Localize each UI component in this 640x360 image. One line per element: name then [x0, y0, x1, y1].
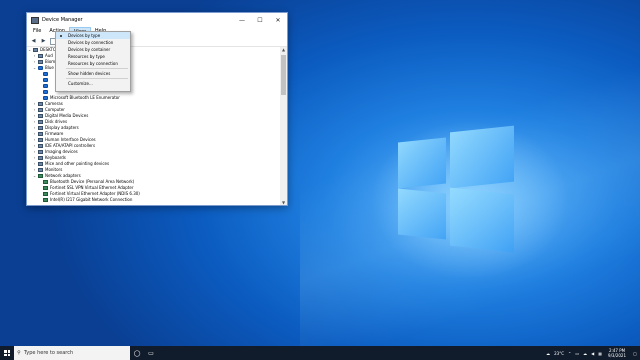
network-adapter-icon — [43, 180, 48, 184]
back-arrow-icon[interactable]: ◀ — [30, 38, 37, 45]
vertical-scrollbar[interactable]: ▲ ▼ — [280, 47, 287, 205]
windows-logo-pane — [450, 125, 514, 189]
chevron-up-icon[interactable]: ⌃ — [566, 351, 573, 356]
windows-icon — [4, 350, 10, 356]
forward-arrow-icon[interactable]: ▶ — [40, 38, 47, 45]
search-icon: ⚲ — [17, 350, 21, 356]
cloud-icon[interactable]: ☁ — [581, 351, 589, 356]
menu-item-label: Resources by type — [68, 54, 105, 59]
maximize-button[interactable]: ☐ — [251, 13, 269, 27]
menu-item-label: Devices by connection — [68, 40, 114, 45]
bluetooth-device-icon — [43, 84, 48, 88]
windows-logo-pane — [398, 188, 446, 240]
computer-icon — [33, 48, 38, 52]
device-category-icon — [38, 132, 43, 136]
weather-icon[interactable]: ☁ — [544, 351, 552, 356]
search-box[interactable]: ⚲ Type here to search — [14, 346, 130, 360]
menu-item-view-option[interactable]: Devices by connection — [56, 39, 130, 46]
device-category-icon — [38, 162, 43, 166]
taskbar: ⚲ Type here to search ◯ ▭ ☁ 23°C ⌃ ▭ ☁ ◀… — [0, 346, 640, 360]
task-view-icon[interactable]: ▭ — [144, 346, 158, 360]
device-category-icon — [38, 60, 43, 64]
scroll-down-icon[interactable]: ▼ — [280, 200, 287, 205]
device-category-icon — [38, 168, 43, 172]
menu-separator — [66, 78, 128, 79]
device-category-icon — [38, 156, 43, 160]
close-button[interactable]: ✕ — [269, 13, 287, 27]
bluetooth-device-icon — [43, 90, 48, 94]
expand-caret-icon[interactable]: ⌄ — [32, 65, 37, 71]
expand-caret-icon[interactable]: ⌄ — [32, 173, 37, 179]
device-category-icon — [38, 54, 43, 58]
tree-row[interactable]: Intel(R) I217 Gigabit Network Connection — [27, 197, 279, 203]
title-bar[interactable]: Device Manager — ☐ ✕ — [27, 13, 287, 27]
window-title: Device Manager — [42, 17, 83, 23]
cortana-icon[interactable]: ◯ — [130, 346, 144, 360]
keyboard-icon[interactable]: ▦ — [596, 351, 604, 356]
clock-date: 9/3/2021 — [608, 353, 626, 358]
menu-item-view-option[interactable]: Resources by connection — [56, 60, 130, 67]
bluetooth-device-icon — [43, 96, 48, 100]
clock[interactable]: 2:47 PM 9/3/2021 — [604, 348, 630, 358]
menu-file[interactable]: File — [29, 27, 45, 36]
network-icon[interactable]: ▭ — [573, 351, 581, 356]
device-category-icon — [38, 120, 43, 124]
menu-item-show-hidden-devices[interactable]: Show hidden devices — [56, 70, 130, 77]
bluetooth-device-icon — [43, 72, 48, 76]
menu-item-label: Devices by container — [68, 47, 111, 52]
network-adapter-icon — [43, 198, 48, 202]
device-category-icon — [38, 126, 43, 130]
scrollbar-thumb[interactable] — [281, 55, 286, 95]
device-category-icon — [38, 108, 43, 112]
menu-separator — [66, 68, 128, 69]
scroll-up-icon[interactable]: ▲ — [280, 47, 287, 52]
device-manager-icon — [31, 16, 39, 24]
menu-item-view-option[interactable]: Devices by container — [56, 46, 130, 53]
radio-bullet-icon — [60, 34, 62, 37]
device-category-icon — [38, 138, 43, 142]
network-adapter-icon — [43, 186, 48, 190]
windows-logo-pane — [450, 187, 514, 253]
device-category-icon — [38, 144, 43, 148]
volume-icon[interactable]: ◀ — [589, 351, 596, 356]
menu-item-view-option[interactable]: Resources by type — [56, 53, 130, 60]
device-category-icon — [38, 114, 43, 118]
menu-item-label: Resources by connection — [68, 61, 118, 66]
weather-temperature[interactable]: 23°C — [552, 351, 566, 356]
notification-icon[interactable]: ▢ — [630, 346, 640, 360]
tree-row-label: Blue — [45, 65, 54, 70]
search-placeholder: Type here to search — [24, 350, 74, 356]
network-adapter-icon — [38, 174, 43, 178]
menu-item-view-option[interactable]: Devices by type — [56, 32, 130, 39]
network-adapter-icon — [43, 192, 48, 196]
device-category-icon — [38, 150, 43, 154]
device-category-icon — [38, 102, 43, 106]
tree-row-label: Intel(R) I217 Gigabit Network Connection — [50, 197, 133, 202]
windows-logo-pane — [398, 137, 446, 189]
bluetooth-device-icon — [43, 78, 48, 82]
bluetooth-device-icon — [38, 66, 43, 70]
minimize-button[interactable]: — — [233, 13, 251, 27]
start-button[interactable] — [0, 346, 14, 360]
menu-item-customize[interactable]: Customize... — [56, 80, 130, 87]
view-dropdown-menu: Devices by type Devices by connection Devi… — [55, 31, 131, 92]
menu-item-label: Devices by type — [68, 33, 101, 38]
system-tray: ☁ 23°C ⌃ ▭ ☁ ◀ ▦ 2:47 PM 9/3/2021 ▢ — [544, 346, 640, 360]
